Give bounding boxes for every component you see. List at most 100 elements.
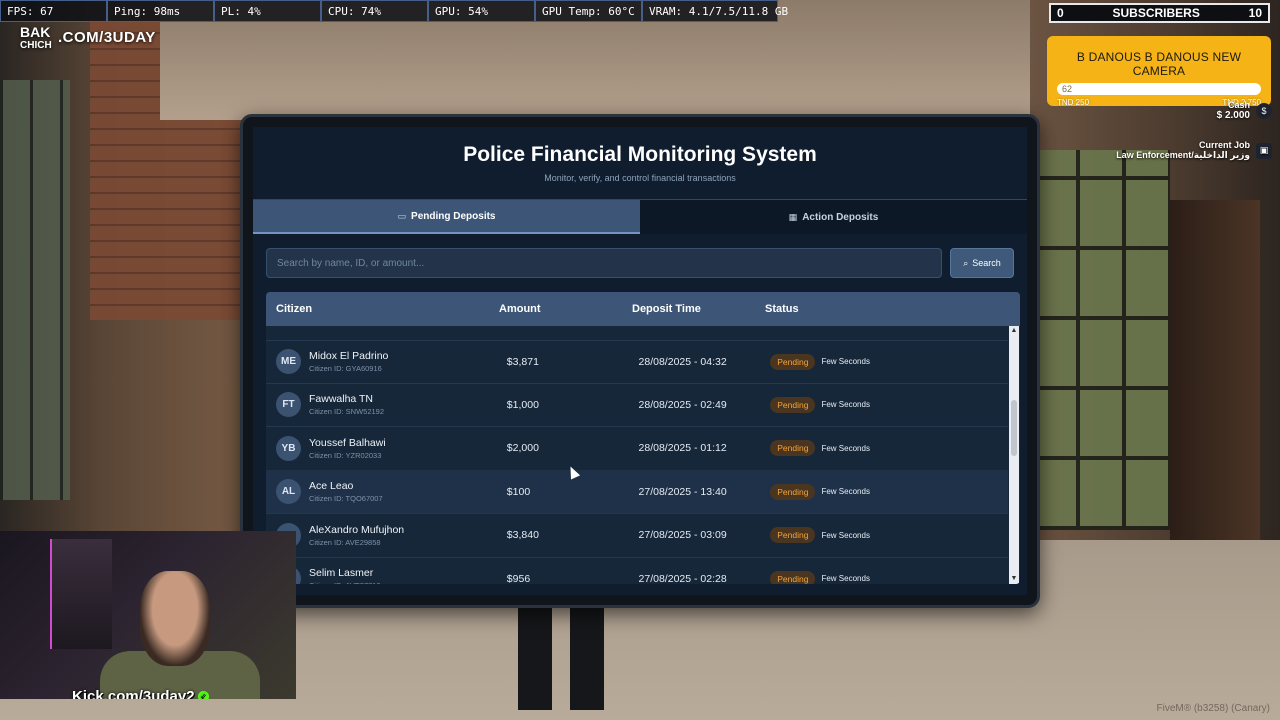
search-row: ⌕ Search — [253, 234, 1027, 278]
citizen-cell: YB Youssef Balhawi Citizen ID: YZR02033 — [266, 435, 507, 461]
tab-pending-label: Pending Deposits — [411, 210, 496, 222]
webcam-overlay: Kick.com/3uday2 ✓ — [0, 531, 296, 699]
table-row[interactable]: AMAleXandro MufujhonCitizen ID: AVE29858… — [266, 514, 1008, 558]
cash-value: $ 2.000 — [1216, 110, 1250, 121]
status-cell: Pending Few Seconds — [770, 570, 1008, 584]
status-badge: Pending — [770, 396, 816, 413]
performance-overlay: FPS: 67 Ping: 98ms PL: 4% CPU: 74% GPU: … — [0, 0, 788, 22]
status-badge: Pending — [770, 570, 816, 584]
page-subtitle: Monitor, verify, and control financial t… — [544, 173, 736, 183]
perf-fps: FPS: 67 — [0, 0, 107, 22]
citizen-cell: AL Ace Leao Citizen ID: TQO67007 — [266, 479, 507, 505]
monitoring-app: Police Financial Monitoring System Monit… — [253, 127, 1027, 595]
citizen-id: Citizen ID: GYA60916 — [309, 364, 382, 373]
status-age: Few Seconds — [821, 574, 870, 583]
amount-cell: $100 — [506, 485, 531, 498]
hud-job: Current Job Law Enforcement/وزير الداخلي… — [1116, 140, 1272, 161]
donation-goal: B DANOUS B DANOUS NEW CAMERA 62 TND 250 … — [1047, 36, 1271, 107]
search-icon: ⌕ — [963, 257, 969, 268]
citizen-id: Citizen ID: AVE37710 — [309, 581, 381, 584]
fivem-watermark: FiveM® (b3258) (Canary) — [1156, 703, 1270, 714]
briefcase-icon: ▣ — [1256, 142, 1272, 159]
perf-ping: Ping: 98ms — [107, 0, 214, 22]
table-row[interactable]: SLSelim LasmerCitizen ID: AVE37710$95627… — [266, 557, 1008, 584]
table-row[interactable]: FT Fawwalha TN Citizen ID: SNW52192 $1,000 2… — [266, 383, 1008, 428]
tab-bar: ▭ Pending Deposits ▦ Action Deposits — [253, 200, 1027, 234]
citizen-id: Citizen ID: AVE29858 — [309, 537, 381, 547]
status-badge: Pending — [770, 440, 816, 457]
amount-cell: $3,871 — [506, 355, 539, 368]
citizen-name: Selim Lasmer — [309, 567, 374, 579]
citizen-cell: SLSelim LasmerCitizen ID: AVE37710 — [266, 566, 507, 584]
citizen-cell: ME Midox El Padrino Citizen ID: GYA60916 — [266, 349, 507, 374]
table-body: ME Midox El Padrino Citizen ID: GYA60916 $3… — [266, 326, 1008, 584]
tab-action-deposits[interactable]: ▦ Action Deposits — [640, 200, 1027, 234]
status-age: Few Seconds — [821, 443, 870, 453]
deposit-time-cell: 27/08/2025 - 02:28 — [638, 572, 727, 585]
citizen-name: Ace Leao — [309, 480, 354, 493]
tab-action-label: Action Deposits — [802, 211, 879, 223]
deposit-time-cell: 27/08/2025 - 03:09 — [638, 529, 727, 542]
subscriber-current: 0 — [1057, 6, 1064, 20]
col-amount: Amount — [499, 303, 541, 315]
status-age: Few Seconds — [821, 530, 870, 540]
citizen-name: AleXandro Mufujhon — [309, 523, 405, 536]
hud-cash: Cash $ 2.000 $ — [1217, 100, 1272, 121]
col-citizen: Citizen — [276, 303, 313, 315]
citizen-name: Midox El Padrino — [309, 350, 389, 362]
perf-packet-loss: PL: 4% — [214, 0, 321, 22]
scroll-up-icon[interactable]: ▲ — [1009, 326, 1019, 336]
avatar: YB — [276, 435, 301, 461]
deposit-time-cell: 27/08/2025 - 13:40 — [638, 485, 727, 498]
right-window — [1030, 150, 1170, 530]
monitor-frame: Police Financial Monitoring System Monit… — [240, 114, 1040, 608]
deposit-time-cell: 28/08/2025 - 02:49 — [638, 398, 727, 411]
tab-pending-deposits[interactable]: ▭ Pending Deposits — [253, 200, 640, 234]
goal-progress-bar: 62 — [1057, 83, 1261, 95]
table-row[interactable]: ME Midox El Padrino Citizen ID: GYA60916 $3… — [266, 340, 1008, 384]
subscriber-goal: 0 SUBSCRIBERS 10 — [1049, 3, 1270, 23]
status-age: Few Seconds — [821, 487, 870, 497]
table-row[interactable]: YB Youssef Balhawi Citizen ID: YZR02033 $2,… — [266, 427, 1008, 471]
kick-channel: Kick.com/3uday2 ✓ — [72, 688, 209, 699]
search-button-label: Search — [972, 258, 1001, 268]
amount-cell: $3,840 — [506, 529, 539, 542]
job-label: Current Job — [1198, 140, 1250, 150]
table-scrollbar[interactable]: ▲ ▼ — [1009, 326, 1019, 584]
scroll-down-icon[interactable]: ▼ — [1009, 574, 1019, 584]
subscriber-target: 10 — [1248, 6, 1262, 20]
citizen-cell: AMAleXandro MufujhonCitizen ID: AVE29858 — [266, 522, 507, 548]
citizen-cell: FT Fawwalha TN Citizen ID: SNW52192 — [266, 392, 507, 418]
table-row[interactable]: AL Ace Leao Citizen ID: TQO67007 $100 27/08/… — [266, 470, 1008, 515]
goal-title: B DANOUS B DANOUS NEW CAMERA — [1076, 50, 1242, 78]
dollar-icon: $ — [1256, 102, 1272, 119]
subscriber-label: SUBSCRIBERS — [1112, 6, 1200, 20]
logo-line-1: BAK — [20, 24, 51, 40]
status-cell: Pending Few Seconds — [770, 527, 1008, 544]
search-button[interactable]: ⌕ Search — [950, 248, 1014, 278]
amount-cell: $2,000 — [506, 442, 539, 455]
citizen-name: Fawwalha TN — [309, 393, 373, 406]
perf-cpu: CPU: 74% — [321, 0, 428, 22]
job-value: Law Enforcement/وزير الداخلية — [1116, 150, 1250, 160]
status-cell: Pending Few Seconds — [770, 440, 1008, 457]
brand-url: .COM/3UDAY — [58, 29, 156, 46]
logo-line-2: CHICH — [20, 40, 52, 51]
cash-label: Cash — [1227, 100, 1250, 110]
money-icon: ▭ — [397, 210, 407, 221]
brand-logo: BAK CHICH — [20, 24, 60, 52]
citizen-name: Youssef Balhawi — [309, 436, 386, 449]
avatar: AL — [276, 479, 301, 505]
status-age: Few Seconds — [821, 357, 870, 366]
kick-channel-label: Kick.com/3uday2 — [72, 688, 195, 699]
goal-value: 62 — [1062, 84, 1073, 94]
amount-cell: $1,000 — [506, 398, 539, 411]
scroll-thumb[interactable] — [1011, 400, 1017, 456]
amount-cell: $956 — [506, 572, 531, 585]
search-input[interactable] — [266, 248, 942, 278]
perf-gpu-temp: GPU Temp: 60°C — [535, 0, 642, 22]
deposit-time-cell: 28/08/2025 - 01:12 — [638, 442, 727, 455]
goal-min: TND 250 — [1057, 98, 1090, 107]
citizen-id: Citizen ID: YZR02033 — [309, 450, 382, 460]
col-deposit-time: Deposit Time — [632, 303, 701, 315]
